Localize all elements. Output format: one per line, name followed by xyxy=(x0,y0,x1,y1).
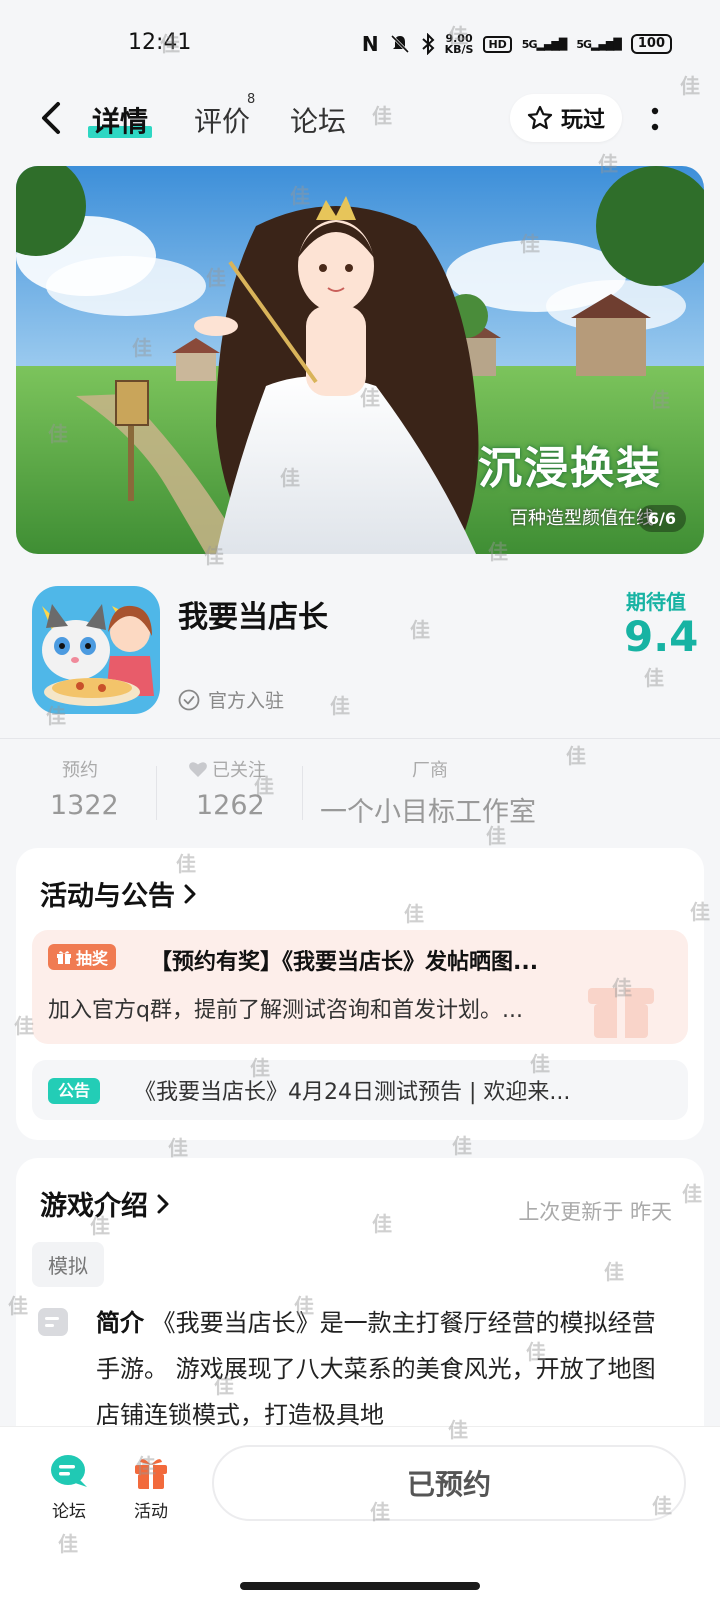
bottom-nav-forum[interactable]: 论坛 xyxy=(34,1453,104,1522)
gift-box-icon xyxy=(135,1459,167,1489)
genre-tag[interactable]: 模拟 xyxy=(32,1242,104,1287)
watermark: 佳 xyxy=(410,618,430,642)
home-indicator[interactable] xyxy=(240,1582,480,1590)
activity-section-title[interactable]: 活动与公告 xyxy=(40,874,197,913)
forum-chat-icon xyxy=(51,1455,87,1487)
watermark: 佳 xyxy=(644,666,664,690)
notice-text: 《我要当店长》4月24日测试预告 | 欢迎来... xyxy=(134,1080,571,1105)
official-badge: 官方入驻 xyxy=(178,686,284,713)
game-title: 我要当店长 xyxy=(178,600,328,635)
intro-label: 简介 xyxy=(96,1309,144,1337)
banner-subline: 百种造型颜值在线 xyxy=(510,508,654,529)
heart-icon xyxy=(189,762,207,777)
status-time: 12:41 xyxy=(128,30,192,55)
gift-watermark-icon xyxy=(588,988,654,1038)
notice-tag: 公告 xyxy=(48,1078,101,1104)
review-count-badge: 8 xyxy=(247,92,256,107)
more-vertical-icon[interactable] xyxy=(648,102,662,136)
promo-item[interactable]: 抽奖 【预约有奖】《我要当店长》发帖晒图... 加入官方q群，提前了解测试咨询和… xyxy=(32,930,688,1044)
top-nav: 详情 评价 8 论坛 玩过 xyxy=(0,88,720,152)
status-icons: N 9.00 KB/S HD 5G▂▄▆█ 5G▂▄▆█ 100 xyxy=(362,32,672,56)
last-updated: 上次更新于 昨天 xyxy=(518,1200,672,1224)
net-speed: 9.00 KB/S xyxy=(444,32,474,56)
stat-divider xyxy=(302,766,303,820)
divider xyxy=(0,738,720,739)
hd-icon: HD xyxy=(483,35,512,53)
tab-forum[interactable]: 论坛 xyxy=(290,100,346,140)
banner-carousel[interactable]: 沉浸换装 百种造型颜值在线 6/6 xyxy=(16,166,704,554)
nfc-icon: N xyxy=(361,32,379,56)
chevron-right-icon xyxy=(184,884,196,903)
back-arrow-icon[interactable] xyxy=(34,98,70,138)
stat-value-followers: 1262 xyxy=(196,790,265,821)
bluetooth-icon xyxy=(421,33,435,55)
intro-text: 简介 《我要当店长》是一款主打餐厅经营的模拟经营手游。 游戏展现了八大菜系的美食… xyxy=(96,1300,676,1438)
battery-icon: 100 xyxy=(630,34,672,54)
banner-page-counter: 6/6 xyxy=(637,505,686,532)
bottom-nav-activity[interactable]: 活动 xyxy=(116,1453,186,1522)
stat-value-reservations: 1322 xyxy=(50,790,119,821)
stat-value-developer[interactable]: 一个小目标工作室 xyxy=(320,790,536,829)
signal-5g-icon: 5G▂▄▆█ xyxy=(521,37,568,51)
bottom-action-bar: 论坛 活动 已预约 xyxy=(0,1426,720,1600)
status-bar: 12:41 N 9.00 KB/S HD 5G▂▄▆█ 5G▂▄▆█ 100 xyxy=(0,0,720,80)
watermark: 佳 xyxy=(566,744,586,768)
chevron-right-icon xyxy=(157,1194,169,1213)
lottery-tag: 抽奖 xyxy=(48,944,117,970)
notice-item[interactable]: 公告 《我要当店长》4月24日测试预告 | 欢迎来... xyxy=(32,1060,688,1120)
expect-label: 期待值 xyxy=(626,590,686,614)
stat-divider xyxy=(156,766,157,820)
tab-review[interactable]: 评价 xyxy=(194,100,250,140)
reserved-button[interactable]: 已预约 xyxy=(212,1445,686,1521)
activity-card: 活动与公告 抽奖 【预约有奖】《我要当店长》发帖晒图... 加入官方q群，提前了… xyxy=(16,848,704,1140)
promo-description: 加入官方q群，提前了解测试咨询和首发计划。... xyxy=(48,998,523,1023)
star-outline-icon xyxy=(527,105,553,130)
intro-section-title[interactable]: 游戏介绍 xyxy=(40,1184,170,1223)
game-app-icon xyxy=(32,586,160,714)
expect-score: 9.4 xyxy=(624,612,699,661)
mute-bell-icon xyxy=(390,34,409,54)
intro-body: 《我要当店长》是一款主打餐厅经营的模拟经营手游。 游戏展现了八大菜系的美食风光，… xyxy=(96,1309,656,1429)
stat-label-followers: 已关注 xyxy=(188,756,266,782)
signal-5g-icon-2: 5G▂▄▆█ xyxy=(576,37,622,51)
stat-label-developer: 厂商 xyxy=(412,760,448,781)
check-circle-icon xyxy=(178,689,200,710)
stat-label-reservations: 预约 xyxy=(62,760,98,781)
gift-icon xyxy=(57,951,71,964)
played-button[interactable]: 玩过 xyxy=(510,94,622,142)
banner-headline: 沉浸换装 xyxy=(478,443,662,494)
tab-detail[interactable]: 详情 xyxy=(88,100,153,140)
watermark: 佳 xyxy=(330,694,350,718)
document-icon xyxy=(38,1308,68,1336)
promo-title: 【预约有奖】《我要当店长》发帖晒图... xyxy=(150,950,539,975)
